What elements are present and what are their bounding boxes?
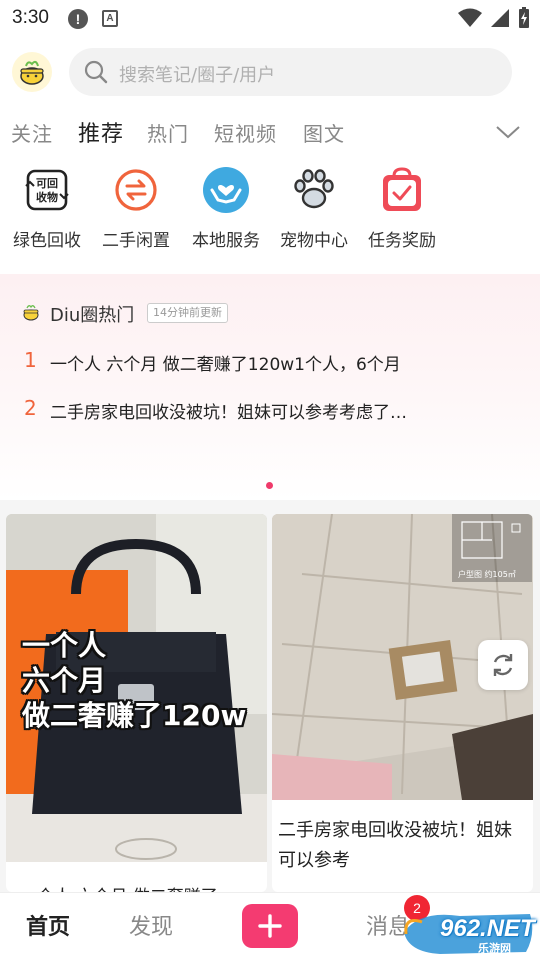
tab-image-text[interactable]: 图文: [303, 118, 345, 147]
entry-green-recycle[interactable]: 可回 收物 绿色回收: [1, 166, 91, 256]
heart-hands-icon: [203, 167, 249, 213]
tab-short-video[interactable]: 短视频: [214, 118, 277, 147]
post-image: 一个人 六个月 做二奢赚了120w: [6, 514, 267, 862]
recycle-icon-text-2: 收物: [36, 190, 58, 204]
overlay-line: 一个人: [22, 629, 107, 662]
feed-card[interactable]: 户型图 约105㎡ 二手房家电回收没被坑！姐妹可以参考: [272, 514, 533, 892]
entry-local-service[interactable]: 本地服务: [180, 166, 270, 256]
feed-card[interactable]: 一个人 六个月 做二奢赚了120w 一个人 六个月 做二奢赚了: [6, 514, 267, 892]
task-bag-icon: [383, 167, 421, 211]
font-notification-icon: A: [102, 10, 118, 27]
chevron-down-icon[interactable]: [494, 120, 522, 144]
entry-label: 任务奖励: [368, 231, 436, 251]
feed-tabs: 关注 推荐 热门 短视频 图文: [0, 114, 540, 154]
feed-grid: 一个人 六个月 做二奢赚了120w 一个人 六个月 做二奢赚了: [0, 500, 540, 892]
status-bar: 3:30 ! A: [0, 0, 540, 38]
app-logo[interactable]: [12, 52, 52, 92]
hot-text: 一个人 六个月 做二奢赚了120w1个人，6个月: [50, 355, 401, 375]
entry-second-hand[interactable]: 二手闲置: [90, 166, 180, 256]
search-placeholder: 搜索笔记/圈子/用户: [119, 65, 276, 86]
hot-topics-card[interactable]: Diu圈热门 14分钟前更新 1 一个人 六个月 做二奢赚了120w1个人，6个…: [0, 274, 540, 500]
pot-logo-icon: [23, 305, 39, 321]
status-time: 3:30: [12, 7, 49, 28]
recycle-box-icon: 可回 收物: [25, 169, 69, 211]
hot-rank: 1: [24, 348, 37, 372]
wifi-icon: [458, 8, 482, 27]
entry-label: 宠物中心: [280, 231, 348, 251]
exchange-icon: [115, 169, 157, 211]
alert-icon: !: [68, 9, 88, 29]
overlay-line: 做二奢赚了120w: [22, 699, 247, 732]
entry-task-reward[interactable]: 任务奖励: [356, 166, 446, 256]
entry-label: 绿色回收: [13, 231, 81, 251]
entry-label: 二手闲置: [102, 231, 170, 251]
update-badge: 14分钟前更新: [147, 303, 228, 323]
card-title: 二手房家电回收没被坑！姐妹可以参考: [278, 820, 512, 871]
search-icon: [84, 60, 108, 84]
battery-charging-icon: [519, 7, 529, 28]
hot-rank: 2: [24, 396, 37, 420]
hot-item[interactable]: 2 二手房家电回收没被坑！姐妹可以参考考虑了…: [0, 394, 540, 424]
pot-logo-icon: [20, 60, 44, 85]
overlay-line: 六个月: [22, 664, 107, 697]
nav-home[interactable]: 首页: [26, 909, 70, 941]
signal-icon: [491, 9, 509, 27]
refresh-icon: [493, 654, 513, 676]
recycle-icon-text-1: 可回: [36, 176, 58, 190]
pager-dot: [266, 482, 273, 489]
floorplan-label: 户型图 约105㎡: [458, 570, 516, 579]
hot-text: 二手房家电回收没被坑！姐妹可以参考考虑了…: [50, 403, 407, 423]
hot-item[interactable]: 1 一个人 六个月 做二奢赚了120w1个人，6个月: [0, 346, 540, 376]
tab-hot[interactable]: 热门: [147, 118, 189, 147]
plus-icon: [258, 914, 282, 938]
card-title: 一个人 六个月 做二奢赚了: [20, 882, 260, 892]
quick-entries: 可回 收物 绿色回收 二手闲置 本地服务 宠物中心 任务奖励: [0, 166, 540, 258]
entry-pet-center[interactable]: 宠物中心: [268, 166, 358, 256]
refresh-button[interactable]: [478, 640, 528, 690]
search-bar[interactable]: 搜索笔记/圈子/用户: [69, 48, 512, 96]
floorplan-icon: [461, 521, 521, 559]
watermark-sub: 乐游网: [478, 942, 511, 955]
status-icons: [458, 6, 530, 30]
entry-label: 本地服务: [192, 231, 260, 251]
paw-icon: [294, 169, 334, 209]
publish-button[interactable]: [242, 904, 298, 948]
nav-discover[interactable]: 发现: [129, 909, 173, 941]
post-image: 户型图 约105㎡: [272, 514, 533, 800]
watermark-text: 962.NET: [440, 915, 535, 942]
tab-recommend[interactable]: 推荐: [78, 116, 124, 148]
tab-follow[interactable]: 关注: [11, 118, 53, 147]
hot-title: Diu圈热门: [50, 305, 135, 326]
